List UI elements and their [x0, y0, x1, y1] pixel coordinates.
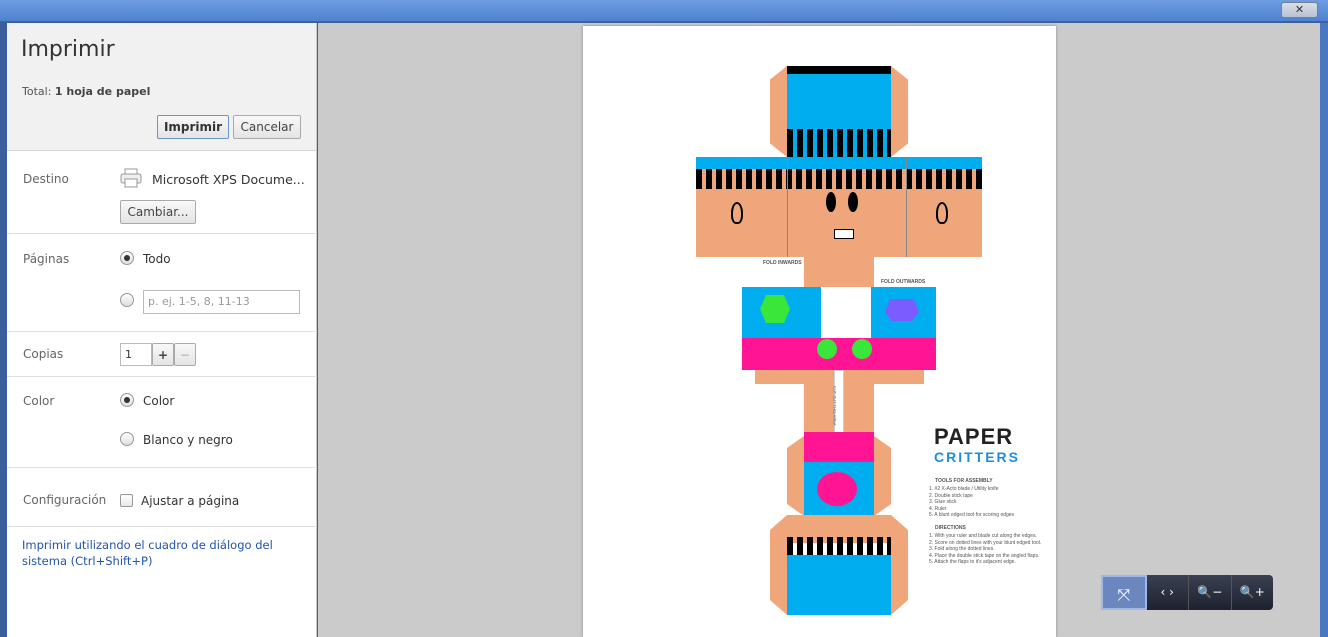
pages-section: Páginas Todo p. ej. 1-5, 8, 11-13	[7, 234, 317, 332]
fit-to-page-checkbox[interactable]	[120, 494, 133, 507]
cancel-button[interactable]: Cancelar	[233, 115, 301, 139]
fit-to-page-label: Ajustar a página	[141, 494, 240, 508]
flap	[770, 515, 787, 615]
directions-list: 1. With your ruler and blade cut along t…	[929, 533, 1042, 565]
zoom-out-button[interactable]: 🔍−	[1189, 575, 1232, 610]
color-label: Color	[23, 394, 55, 408]
print-settings-panel: Imprimir Total: 1 hoja de papel Imprimir…	[7, 23, 317, 637]
page-title: Imprimir	[21, 37, 115, 62]
bw-option-label: Blanco y negro	[143, 433, 233, 447]
preview-page: FOLD INWARDS FOLD OUTWARDS CUT OUT THIS …	[583, 26, 1056, 637]
close-button[interactable]: ✕	[1281, 2, 1318, 18]
zoom-in-button[interactable]: 🔍+	[1232, 575, 1274, 610]
fold-inwards-label: FOLD INWARDS	[763, 260, 802, 266]
fit-to-width-button[interactable]: ‹ ›	[1147, 575, 1189, 610]
flap	[770, 66, 787, 157]
flap	[891, 66, 908, 157]
total-value: 1 hoja de papel	[54, 85, 151, 98]
color-option-label: Color	[143, 394, 175, 408]
print-button[interactable]: Imprimir	[157, 115, 229, 139]
copies-increment-button[interactable]: +	[152, 343, 174, 366]
copies-section: Copias 1 + −	[7, 332, 317, 377]
total-label: Total:	[22, 85, 52, 98]
printer-icon	[120, 168, 142, 188]
print-preview-area: FOLD INWARDS FOLD OUTWARDS CUT OUT THIS …	[318, 23, 1320, 637]
sheet-total: Total: 1 hoja de papel	[22, 85, 150, 98]
destination-label: Destino	[23, 172, 69, 186]
neck-tab	[804, 257, 874, 287]
directions-title: DIRECTIONS	[935, 525, 966, 531]
fold-outwards-label: FOLD OUTWARDS	[881, 279, 926, 285]
logo-critters: CRITTERS	[934, 449, 1020, 465]
printer-name: Microsoft XPS Docume...	[152, 172, 305, 187]
copies-decrement-button[interactable]: −	[174, 343, 196, 366]
blue-panel	[804, 462, 874, 515]
logo-paper: PAPER	[934, 424, 1014, 449]
lower-torso	[804, 370, 874, 452]
body-row	[742, 287, 936, 370]
change-destination-button[interactable]: Cambiar...	[120, 200, 196, 224]
pages-range-input[interactable]: p. ej. 1-5, 8, 11-13	[143, 290, 300, 314]
window-titlebar: ✕	[0, 0, 1328, 22]
bottom-panel	[787, 515, 891, 615]
system-dialog-link[interactable]: Imprimir utilizando el cuadro de diálogo…	[22, 537, 312, 569]
flap	[755, 370, 805, 384]
copies-input[interactable]: 1	[120, 343, 152, 366]
color-section: Color Color Blanco y negro	[7, 377, 317, 468]
window-border	[1320, 23, 1328, 637]
fit-to-page-button[interactable]: ⤧	[1101, 575, 1147, 610]
face-row	[696, 157, 982, 257]
pink-panel	[804, 432, 874, 462]
pages-range-radio[interactable]	[120, 293, 134, 307]
tools-list: 1. #2 X-Acto blade / Utility knife 2. Dou…	[929, 486, 1015, 518]
pages-label: Páginas	[23, 252, 70, 266]
pages-all-label: Todo	[143, 252, 171, 266]
cut-label: CUT OUT THIS AREA	[832, 386, 838, 426]
bw-radio[interactable]	[120, 432, 134, 446]
flap	[787, 436, 804, 516]
flap	[891, 515, 908, 615]
pages-all-radio[interactable]	[120, 251, 134, 265]
destination-section: Destino Microsoft XPS Docume... Cambiar.…	[7, 152, 317, 234]
flap	[874, 370, 924, 384]
config-section: Configuración Ajustar a página	[7, 468, 317, 527]
config-label: Configuración	[23, 493, 107, 507]
tools-title: TOOLS FOR ASSEMBLY	[935, 478, 993, 484]
copies-label: Copias	[23, 347, 64, 361]
flap	[874, 436, 891, 516]
print-header: Imprimir Total: 1 hoja de papel Imprimir…	[7, 23, 316, 151]
color-radio[interactable]	[120, 393, 134, 407]
head-top	[787, 66, 891, 157]
zoom-controls: ⤧ ‹ › 🔍− 🔍+	[1101, 575, 1273, 610]
